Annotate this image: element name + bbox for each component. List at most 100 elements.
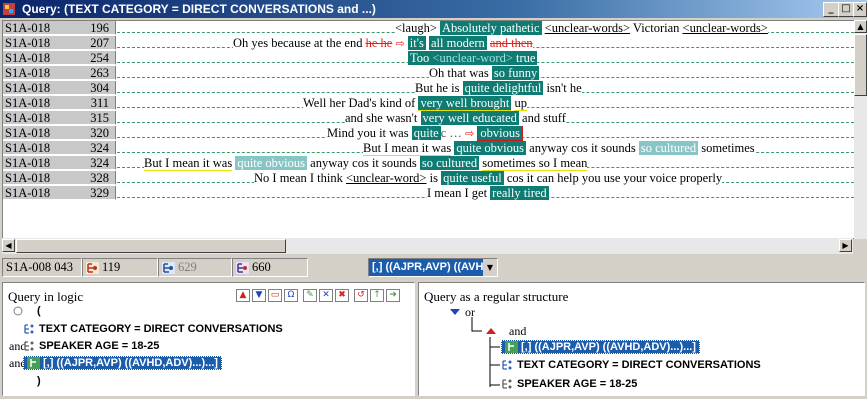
context-text: Mind you it was quite c … ⇨ obvious: [327, 126, 523, 141]
concordance-row[interactable]: S1A-018 315 and she wasn't very well educ…: [3, 111, 854, 126]
scroll-right-arrow-icon[interactable]: ▶: [839, 239, 852, 252]
vertical-scroll-thumb[interactable]: [854, 34, 867, 96]
tree-connector: [489, 337, 500, 387]
concordance-row[interactable]: S1A-018 324 But I mean it was quite obvio…: [3, 156, 854, 171]
structure-node-speaker-age[interactable]: SPEAKER AGE = 18-25: [501, 378, 637, 390]
row-reference: S1A-018 315: [3, 111, 116, 125]
horizontal-scrollbar[interactable]: ◀ ▶: [2, 238, 853, 254]
structure-node-query[interactable]: [,] ((AJPR,AVP) ((AVHD,ADV)...)...]: [501, 340, 700, 354]
concordance-row[interactable]: S1A-018 207 Oh yes because at the end he …: [3, 36, 854, 51]
radio-icon[interactable]: [13, 306, 23, 316]
open-paren: (: [13, 305, 41, 317]
concordance-row[interactable]: S1A-018 320 Mind you it was quite c … ⇨ ob…: [3, 126, 854, 141]
edit-icon[interactable]: ✎: [303, 289, 317, 302]
keyword-match: really tired: [490, 186, 549, 200]
concordance-row[interactable]: S1A-018 311 Well her Dad's kind of very w…: [3, 96, 854, 111]
scroll-left-arrow-icon[interactable]: ◀: [2, 239, 15, 252]
context-text: No I mean I think <unclear-word> is quit…: [254, 171, 723, 186]
concordance-row[interactable]: S1A-018 196 <laugh> Absolutely pathetic <…: [3, 21, 854, 36]
delete-node-icon[interactable]: ✕: [319, 289, 333, 302]
keyword-match: quite useful: [441, 171, 504, 185]
row-reference: S1A-018 320: [3, 126, 116, 140]
bracket-icon[interactable]: ▭: [268, 289, 282, 302]
logic-clause-speaker-age[interactable]: SPEAKER AGE = 18-25: [23, 340, 159, 352]
concordance-row[interactable]: S1A-018 328 No I mean I think <unclear-wo…: [3, 171, 854, 186]
minimize-button[interactable]: _: [823, 2, 839, 17]
count-total: 629: [158, 258, 232, 277]
tree-blue-icon: [162, 262, 175, 275]
context-text: But I mean it was quite obvious anyway c…: [144, 156, 588, 171]
keyword-match: quite: [411, 126, 441, 140]
keyword-match: so cultured: [638, 141, 699, 155]
keyword-match: quite delightful: [462, 81, 544, 95]
panel-title: Query in logic: [8, 289, 84, 304]
row-reference: S1A-018 324: [3, 141, 116, 155]
row-reference: S1A-018 196: [3, 21, 116, 35]
vertical-scrollbar[interactable]: ▲: [854, 20, 867, 239]
feature-icon: [24, 341, 34, 351]
maximize-button[interactable]: □: [838, 2, 854, 17]
move-up-icon[interactable]: ▲: [236, 289, 250, 302]
row-reference: S1A-018 324: [3, 156, 116, 170]
chevron-up-icon[interactable]: [485, 326, 497, 336]
concordance-row[interactable]: S1A-018 329 I mean I get really tired: [3, 186, 854, 201]
undo-icon[interactable]: ↺: [354, 289, 368, 302]
run-query-icon[interactable]: ➜: [386, 289, 400, 302]
close-paren: ): [37, 375, 41, 387]
chevron-down-icon[interactable]: ▼: [483, 259, 497, 276]
keyword-match: so cultured: [419, 156, 480, 170]
app-icon: [3, 3, 15, 15]
query-structure-panel: Query as a regular structure or and [,] …: [418, 282, 865, 396]
concordance-row[interactable]: S1A-018 324 But I mean it was quite obvio…: [3, 141, 854, 156]
tree-connector: [471, 317, 482, 332]
logic-clause-query[interactable]: [,] ((AJPR,AVP) ((AVHD,ADV)...)...]: [23, 356, 222, 370]
status-bar: S1A-008 043 119 629 660 [,] ((AJPR,AVP) …: [0, 258, 867, 278]
context-text: I mean I get really tired: [427, 186, 549, 201]
keyword-match: so funny: [491, 66, 540, 80]
tree-red-icon: [86, 262, 99, 275]
keyword-match: quite obvious: [454, 141, 527, 155]
and-node[interactable]: and: [486, 324, 526, 339]
tree-query-icon: [27, 357, 40, 370]
concordance-view[interactable]: S1A-018 196 <laugh> Absolutely pathetic <…: [2, 20, 855, 239]
move-down-icon[interactable]: ▼: [252, 289, 266, 302]
concordance-row[interactable]: S1A-018 254 Too <unclear-word> true: [3, 51, 854, 66]
context-text: Oh yes because at the end he he ⇨ it's a…: [233, 36, 533, 51]
row-reference: S1A-018 304: [3, 81, 116, 95]
horizontal-scroll-thumb[interactable]: [16, 239, 286, 253]
context-text: Too <unclear-word> true: [408, 51, 538, 66]
row-reference: S1A-018 207: [3, 36, 116, 50]
context-text: But he is quite delightful isn't he: [415, 81, 582, 96]
keyword-match: very well educated: [420, 111, 519, 125]
up-icon[interactable]: ↑: [370, 289, 384, 302]
keyword-match: it's: [407, 36, 426, 50]
query-window: Query: (TEXT CATEGORY = DIRECT CONVERSAT…: [0, 0, 867, 399]
tree-query-icon: [505, 341, 518, 354]
row-reference: S1A-018 311: [3, 96, 116, 110]
count-matches: 119: [82, 258, 158, 277]
keyword-match: quite obvious: [235, 156, 308, 170]
concordance-row[interactable]: S1A-018 304 But he is quite delightful is…: [3, 81, 854, 96]
scroll-up-arrow-icon[interactable]: ▲: [854, 20, 867, 33]
feature-icon: [502, 379, 512, 389]
group-icon[interactable]: Ω: [284, 289, 298, 302]
query-selector[interactable]: [,] ((AJPR,AVP) ((AVHD,A ▼: [368, 258, 498, 277]
delete-icon[interactable]: ✖: [335, 289, 349, 302]
row-reference: S1A-018 329: [3, 186, 116, 200]
structure-node-text-category[interactable]: TEXT CATEGORY = DIRECT CONVERSATIONS: [501, 359, 761, 371]
logic-clause-text-category[interactable]: TEXT CATEGORY = DIRECT CONVERSATIONS: [23, 323, 283, 335]
tree-multi-icon: [236, 262, 249, 275]
row-reference: S1A-018 263: [3, 66, 116, 80]
keyword-match: obvious: [477, 126, 523, 141]
title-bar[interactable]: Query: (TEXT CATEGORY = DIRECT CONVERSAT…: [0, 0, 867, 18]
arrow-icon: ⇨: [395, 37, 405, 50]
chevron-down-icon[interactable]: [449, 307, 461, 317]
window-title: Query: (TEXT CATEGORY = DIRECT CONVERSAT…: [22, 2, 376, 16]
row-reference: S1A-018 328: [3, 171, 116, 185]
context-text: <laugh> Absolutely pathetic <unclear-wor…: [395, 21, 768, 36]
keyword-match: Absolutely pathetic: [440, 21, 542, 35]
concordance-row[interactable]: S1A-018 263 Oh that was so funny: [3, 66, 854, 81]
close-button[interactable]: ×: [853, 2, 867, 17]
keyword-match: Too <unclear-word> true: [408, 51, 538, 65]
location-indicator: S1A-008 043: [2, 258, 82, 277]
